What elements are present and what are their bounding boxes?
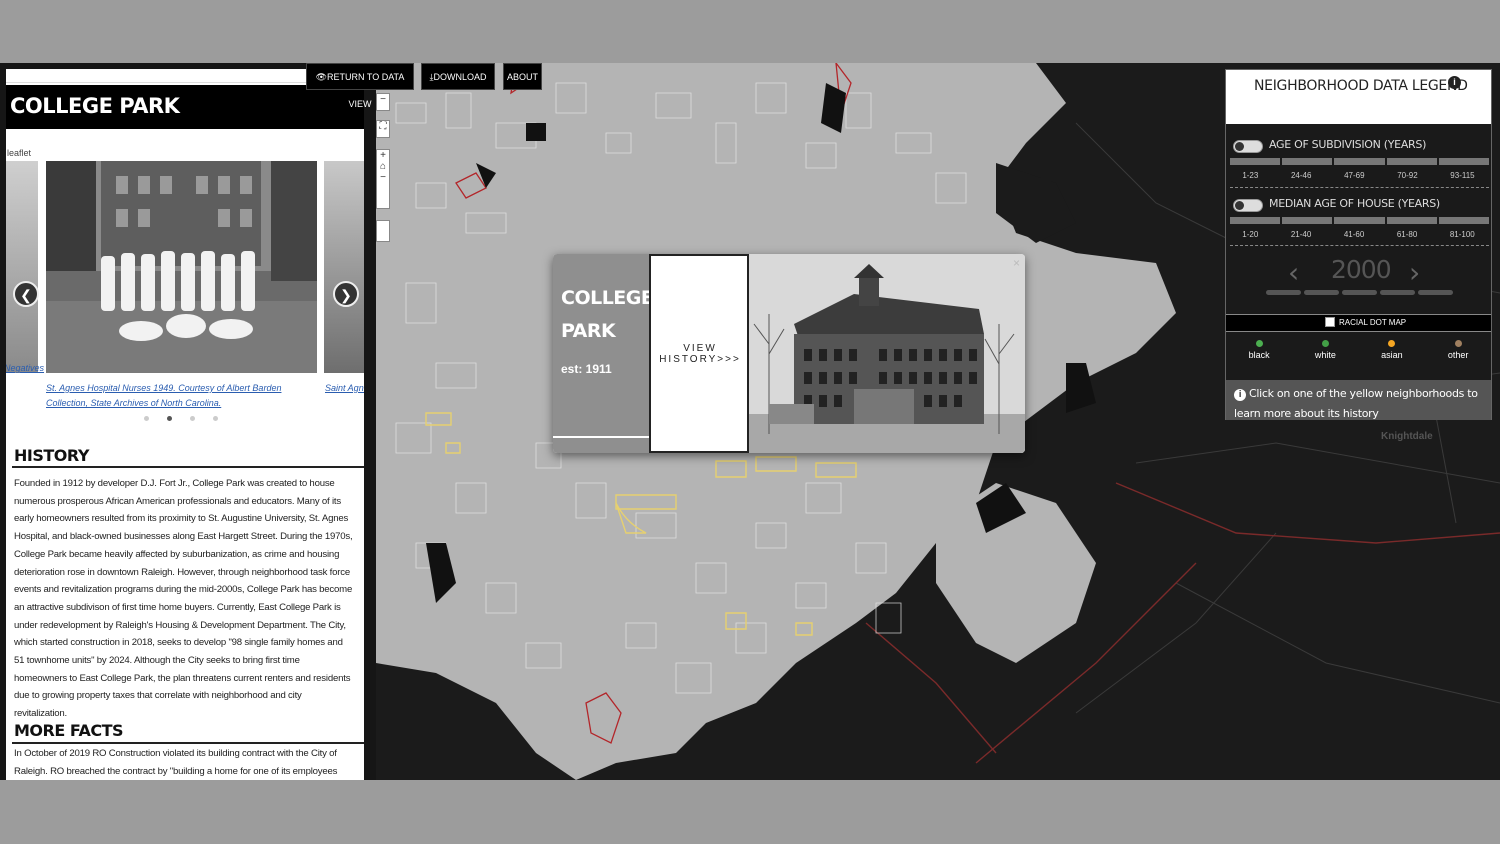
zoom-control[interactable]: + ⌂ − (376, 149, 390, 209)
eye-icon: 👁 (315, 72, 328, 82)
race-item-asian: asian (1381, 340, 1403, 360)
carousel-prev-caption[interactable]: Negatives (6, 363, 44, 373)
more-facts-heading: MORE FACTS (14, 721, 124, 740)
legend-header: NEIGHBORHOOD DATA LEGEND i (1226, 70, 1491, 124)
leaflet-tag: leaflet (7, 148, 32, 158)
nurses-photo (46, 161, 317, 373)
dot-icon (1388, 340, 1396, 347)
carousel-main-image[interactable] (46, 161, 317, 373)
home-icon[interactable]: ⌂ (377, 161, 389, 172)
neighborhood-panel: COLLEGE PARK leaflet ❮ ❯ Negatives St. A… (6, 69, 364, 780)
house-age-toggle[interactable] (1233, 199, 1263, 212)
subdivision-age-ticks: 1-23 24-46 47-69 70-92 93-115 (1242, 171, 1475, 180)
page-title: COLLEGE PARK (10, 94, 180, 118)
carousel-next-image[interactable] (324, 161, 364, 373)
carousel-dot-active[interactable] (167, 416, 172, 421)
year-next-icon[interactable]: › (1409, 256, 1420, 289)
chevron-left-icon: ❮ (20, 287, 32, 303)
neighborhood-popup[interactable]: COLLEGE PARK est: 1911 VIEW HISTORY>>> × (553, 254, 1025, 453)
popup-title: COLLEGE PARK (561, 287, 654, 342)
racial-dot-map-label: RACIAL DOT MAP (1339, 318, 1407, 327)
dot-icon (1454, 340, 1462, 347)
carousel-dots[interactable] (144, 416, 218, 421)
history-text: Founded in 1912 by developer D.J. Fort J… (14, 478, 353, 720)
subdivision-age-label: AGE OF SUBDIVISION (YEARS) (1269, 138, 1427, 151)
race-item-black: black (1249, 340, 1270, 360)
title-bar: COLLEGE PARK (6, 85, 364, 129)
dot-icon (1255, 340, 1263, 347)
view-history-button[interactable]: VIEW HISTORY>>> (649, 254, 749, 453)
race-item-other: other (1448, 340, 1468, 360)
carousel-prev-button[interactable]: ❮ (13, 281, 39, 307)
fullscreen-icon[interactable]: ⛶ (376, 120, 390, 138)
layer-control[interactable] (376, 220, 390, 242)
carousel-dot[interactable] (190, 416, 195, 421)
info-icon[interactable]: i (1448, 76, 1461, 89)
house-age-scale (1230, 217, 1490, 224)
return-to-data-view-button[interactable]: 👁RETURN TO DATA VIEW (306, 63, 414, 109)
legend-title: NEIGHBORHOOD DATA LEGEND (1254, 78, 1468, 94)
house-age-label: MEDIAN AGE OF HOUSE (YEARS) (1269, 197, 1440, 210)
view-history-label: VIEW HISTORY>>> (659, 343, 741, 365)
photo-carousel[interactable]: ❮ ❯ Negatives St. Agnes Hospital Nurses … (6, 161, 364, 441)
close-icon[interactable]: × (1013, 256, 1020, 270)
panel-topbar (6, 69, 306, 83)
history-heading: HISTORY (14, 446, 89, 465)
carousel-dot[interactable] (144, 416, 149, 421)
racial-dot-map-checkbox[interactable] (1325, 317, 1335, 327)
history-divider (12, 466, 364, 468)
building-photo (749, 254, 1025, 453)
zoom-out-icon[interactable]: − (377, 172, 389, 183)
house-age-ticks: 1-20 21-40 41-60 61-80 81-100 (1242, 230, 1475, 239)
carousel-next-caption[interactable]: Saint Agnes Barden Col (325, 381, 364, 396)
legend-divider (1230, 187, 1489, 188)
about-button[interactable]: ABOUT (503, 63, 542, 90)
race-legend: black white asian other (1226, 340, 1491, 360)
zoom-out-icon[interactable]: − (376, 93, 390, 111)
racial-dot-map-row: RACIAL DOT MAP (1226, 314, 1491, 332)
download-button[interactable]: ⤓DOWNLOAD (421, 63, 495, 90)
more-facts-divider (12, 742, 364, 744)
subdivision-age-scale (1230, 158, 1490, 165)
app-frame: Knightdale − ⛶ + ⌂ − COLLEGE PARK leafle… (0, 63, 1500, 780)
year-prev-icon[interactable]: ‹ (1288, 256, 1299, 289)
chevron-right-icon: ❯ (340, 287, 352, 303)
carousel-dot[interactable] (213, 416, 218, 421)
info-icon: i (1234, 389, 1246, 401)
year-display: 2000 (1331, 255, 1392, 284)
subdivision-age-toggle[interactable] (1233, 140, 1263, 153)
popup-info: COLLEGE PARK est: 1911 (553, 254, 654, 453)
year-slider[interactable] (1266, 290, 1453, 295)
dot-icon (1321, 340, 1329, 347)
place-label-knightdale: Knightdale (1381, 431, 1433, 442)
popup-divider (553, 436, 649, 438)
legend-hint: i Click on one of the yellow neighborhood… (1226, 380, 1491, 420)
popup-established: est: 1911 (561, 362, 612, 376)
popup-photo (749, 254, 1025, 453)
zoom-in-icon[interactable]: + (377, 150, 389, 161)
race-item-white: white (1315, 340, 1336, 360)
legend-divider (1230, 245, 1489, 246)
carousel-prev-image[interactable] (6, 161, 38, 373)
more-facts-text: In October of 2019 RO Construction viola… (14, 748, 338, 777)
neighborhood-legend: NEIGHBORHOOD DATA LEGEND i AGE OF SUBDIV… (1225, 69, 1492, 420)
carousel-next-button[interactable]: ❯ (333, 281, 359, 307)
carousel-main-caption[interactable]: St. Agnes Hospital Nurses 1949. Courtesy… (46, 381, 311, 411)
